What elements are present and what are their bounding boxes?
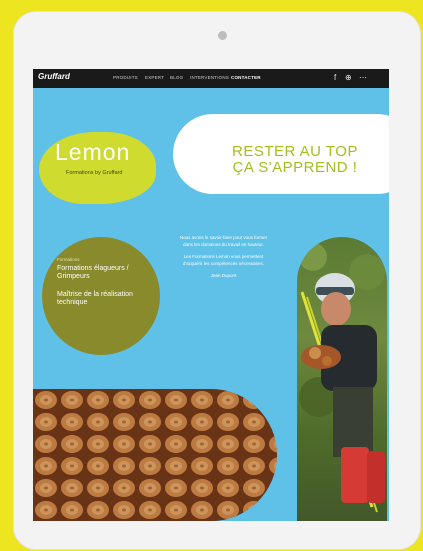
- camera-icon: [218, 31, 227, 40]
- lemon-title: Lemon: [55, 139, 131, 165]
- firewood-illustration: [33, 389, 277, 521]
- nav-item-expert[interactable]: EXPERT: [145, 75, 164, 80]
- climber-photo: [297, 237, 387, 521]
- lemon-subtitle: Formations by Gruffard: [66, 170, 123, 176]
- nav-item-produits[interactable]: PRODUITS: [113, 75, 138, 80]
- facebook-icon[interactable]: f: [334, 73, 336, 82]
- nav-item-contacter[interactable]: CONTACTER: [231, 75, 261, 80]
- nav-item-blog[interactable]: BLOG: [170, 75, 183, 80]
- social-icon[interactable]: ⋯: [359, 73, 367, 82]
- intro-text: Nous avons le savoir-faire pour vous for…: [175, 235, 272, 280]
- website-screen: Gruffard PRODUITS EXPERT BLOG INTERVENTI…: [33, 69, 389, 521]
- top-navbar: Gruffard PRODUITS EXPERT BLOG INTERVENTI…: [33, 69, 389, 88]
- firewood-image: [33, 389, 277, 521]
- circle-item-2[interactable]: Maîtrise de la réalisation technique: [57, 291, 137, 308]
- intro-paragraph-1: Nous avons le savoir-faire pour vous for…: [179, 235, 268, 247]
- circle-label: Formations: [57, 257, 80, 262]
- nav-item-interventions[interactable]: INTERVENTIONS: [190, 75, 229, 80]
- intro-signature: Jean Dupont: [210, 273, 237, 279]
- circle-item-1[interactable]: Formations élagueurs / Grimpeurs: [57, 265, 137, 282]
- climber-illustration: [299, 243, 385, 513]
- hero-title-line1: RESTER AU TOP: [232, 143, 358, 160]
- intro-paragraph-2: Les Formations Lemon vous permettent d'a…: [182, 254, 265, 266]
- logo[interactable]: Gruffard: [38, 72, 70, 81]
- globe-icon[interactable]: ⊕: [345, 73, 352, 82]
- hero-title-line2: ÇA S'APPREND !: [232, 159, 358, 176]
